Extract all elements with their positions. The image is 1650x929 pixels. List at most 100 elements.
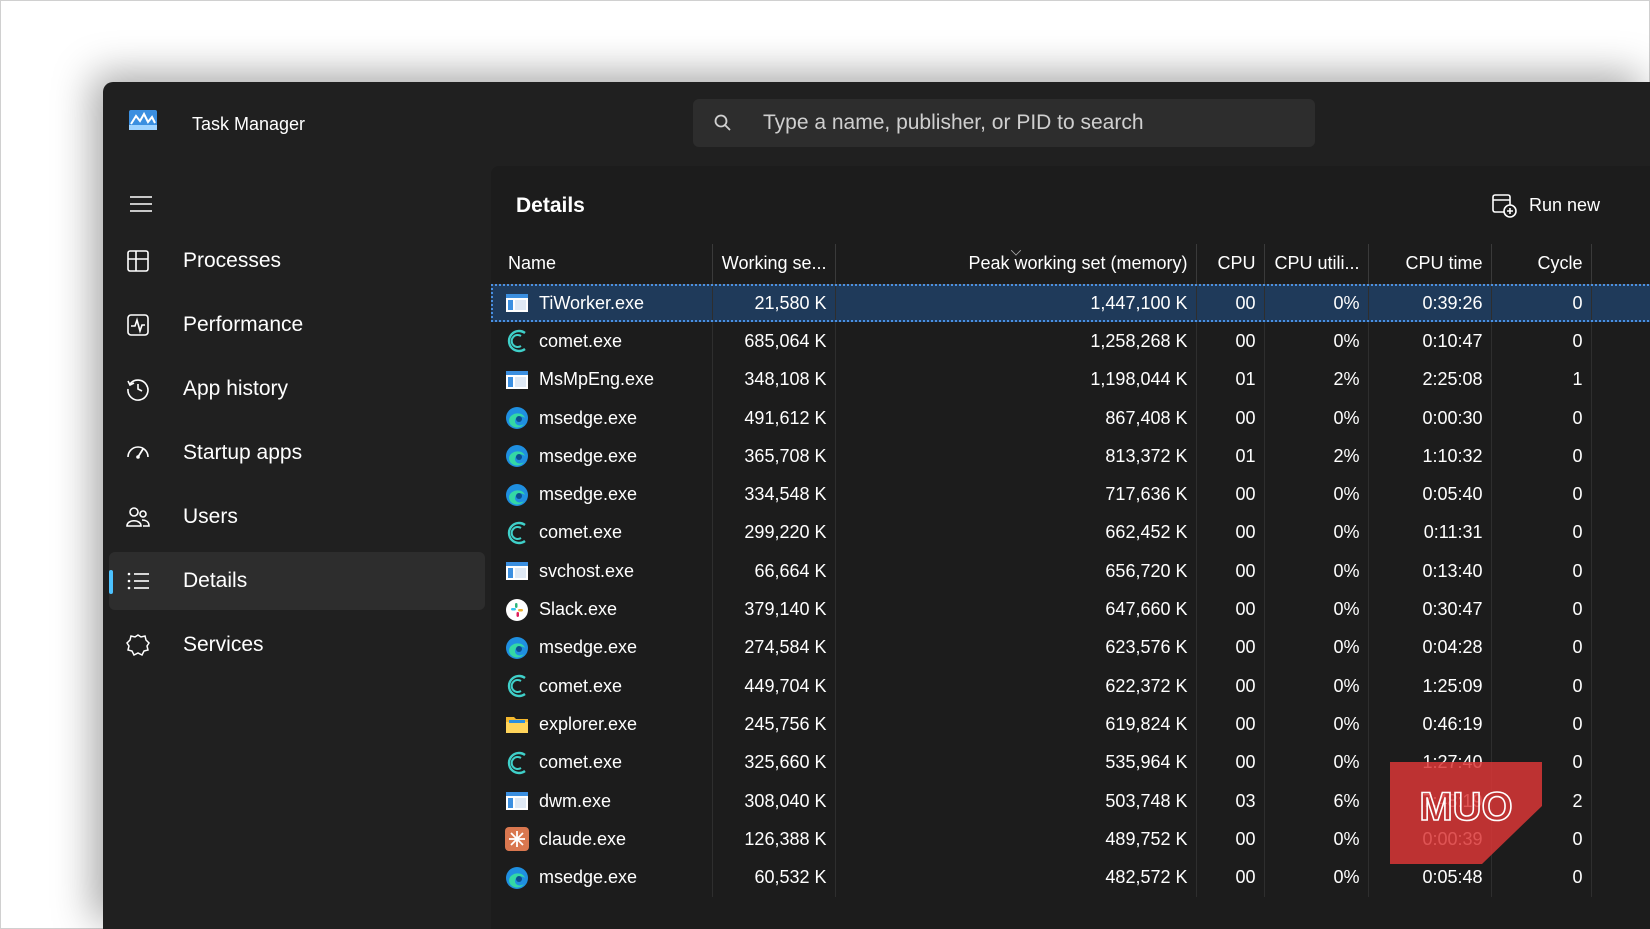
sidebar-item-performance[interactable]: Performance <box>109 296 485 354</box>
process-name: svchost.exe <box>539 560 635 581</box>
table-row[interactable]: Slack.exe 379,140 K 647,660 K 00 0% 0:30:47 0 <box>491 590 1650 629</box>
table-row[interactable]: msedge.exe 491,612 K 867,408 K 00 0% 0:00:30 0 <box>491 398 1650 438</box>
sidebar-item-users[interactable]: Users <box>109 488 485 546</box>
sidebar-item-label: Performance <box>183 313 304 336</box>
table-row[interactable]: svchost.exe 66,664 K 656,720 K 00 0% 0:13:40 0 <box>491 552 1650 591</box>
process-name: MsMpEng.exe <box>539 369 655 390</box>
sidebar-item-startup-apps[interactable]: Startup apps <box>109 424 485 482</box>
cell-cpu-utilization: 0% <box>1264 628 1369 667</box>
table-row[interactable]: comet.exe 685,064 K 1,258,268 K 00 0% 0:10:47… <box>491 322 1650 361</box>
process-name: comet.exe <box>539 522 623 543</box>
sidebar-item-details[interactable]: Details <box>109 552 485 610</box>
column-header-name[interactable]: Name <box>491 244 713 285</box>
cell-cpu-utilization: 0% <box>1264 590 1369 629</box>
cell-peak-working-set: 1,258,268 K <box>835 322 1197 361</box>
table-row[interactable]: explorer.exe 245,756 K 619,824 K 00 0% 0:46:1… <box>491 705 1650 744</box>
app-title: Task Manager <box>192 114 306 134</box>
table-row[interactable]: msedge.exe 60,532 K 482,572 K 00 0% 0:05:48 0 <box>491 858 1650 897</box>
table-row[interactable]: msedge.exe 274,584 K 623,576 K 00 0% 0:04:28 0 <box>491 628 1650 667</box>
cell-cycle: 1 <box>1491 360 1592 399</box>
cell-name: msedge.exe <box>491 475 713 514</box>
search-box[interactable] <box>693 99 1315 147</box>
cell-cpu: 01 <box>1196 437 1265 476</box>
cell-extra <box>1591 858 1650 896</box>
column-header-cpu-time[interactable]: CPU time <box>1368 244 1492 285</box>
page-title: Details <box>516 194 585 217</box>
column-header-cpu[interactable]: CPU <box>1196 244 1265 285</box>
cell-cpu: 00 <box>1196 820 1265 859</box>
cell-cycle: 0 <box>1491 666 1592 706</box>
cell-extra <box>1591 514 1650 552</box>
cell-name: comet.exe <box>491 322 713 361</box>
cell-peak-working-set: 662,452 K <box>835 513 1197 553</box>
cell-extra <box>1591 629 1650 667</box>
folder-icon <box>506 717 528 734</box>
cell-cpu: 00 <box>1196 666 1265 706</box>
cell-cpu-time: 0:13:40 <box>1368 552 1492 591</box>
cell-working-set: 21,580 K <box>712 284 836 323</box>
cell-cpu: 00 <box>1196 590 1265 629</box>
cell-cpu-utilization: 0% <box>1264 705 1369 744</box>
window-app-icon <box>506 562 528 581</box>
cell-cycle: 0 <box>1491 322 1592 361</box>
cell-peak-working-set: 867,408 K <box>835 398 1197 438</box>
cell-working-set: 348,108 K <box>712 360 836 399</box>
cell-name: msedge.exe <box>491 398 713 438</box>
svg-text:MUO: MUO <box>1419 785 1512 829</box>
cell-name: Slack.exe <box>491 590 713 629</box>
sidebar-item-label: Details <box>183 569 248 592</box>
window-app-icon <box>506 370 528 389</box>
cell-working-set: 60,532 K <box>712 858 836 897</box>
cell-cpu: 00 <box>1196 475 1265 514</box>
cell-cpu-utilization: 0% <box>1264 398 1369 438</box>
column-header-peak-working-set[interactable]: Peak working set (memory) <box>835 244 1197 285</box>
process-name: dwm.exe <box>539 790 612 811</box>
table-row[interactable]: comet.exe 449,704 K 622,372 K 00 0% 1:25:09 0 <box>491 666 1650 706</box>
sidebar-item-app-history[interactable]: App history <box>109 360 485 418</box>
cell-cpu: 00 <box>1196 552 1265 591</box>
comet-icon <box>507 751 526 774</box>
process-name: msedge.exe <box>539 637 638 658</box>
cell-working-set: 334,548 K <box>712 475 836 514</box>
sidebar-item-services[interactable]: Services <box>109 616 485 674</box>
hamburger-menu-icon[interactable] <box>129 194 153 214</box>
cell-cpu: 00 <box>1196 322 1265 361</box>
cell-peak-working-set: 619,824 K <box>835 705 1197 744</box>
cell-cpu: 00 <box>1196 398 1265 438</box>
cell-working-set: 685,064 K <box>712 322 836 361</box>
cell-cpu-utilization: 0% <box>1264 284 1369 323</box>
cell-working-set: 449,704 K <box>712 666 836 706</box>
cell-cpu-time: 1:10:32 <box>1368 437 1492 476</box>
cell-cycle: 0 <box>1491 398 1592 438</box>
run-new-task-button[interactable]: Run new <box>1491 188 1600 222</box>
cell-cpu-time: 2:25:08 <box>1368 360 1492 399</box>
table-row[interactable]: comet.exe 299,220 K 662,452 K 00 0% 0:11:31 0 <box>491 513 1650 553</box>
table-row[interactable]: msedge.exe 334,548 K 717,636 K 00 0% 0:05:40 0 <box>491 475 1650 514</box>
performance-icon <box>127 314 149 336</box>
process-name: msedge.exe <box>539 407 638 428</box>
column-header-working-set[interactable]: Working se... <box>712 244 836 285</box>
cell-cpu-time: 0:11:31 <box>1368 513 1492 553</box>
search-input[interactable] <box>763 99 1303 147</box>
sidebar-item-label: Users <box>183 505 238 528</box>
table-row[interactable]: MsMpEng.exe 348,108 K 1,198,044 K 01 2% 2:25:… <box>491 360 1650 399</box>
cell-peak-working-set: 1,447,100 K <box>835 284 1197 323</box>
cell-cpu-time: 0:46:19 <box>1368 705 1492 744</box>
cell-cpu-time: 0:05:40 <box>1368 475 1492 514</box>
cell-cycle: 0 <box>1491 513 1592 553</box>
sidebar-item-processes[interactable]: Processes <box>109 232 485 290</box>
column-header-cycle[interactable]: Cycle <box>1491 244 1592 285</box>
sidebar-nav: Processes Performance App history Startu… <box>109 232 485 680</box>
cell-cpu-time: 0:05:48 <box>1368 858 1492 897</box>
column-header-cpu-utilization[interactable]: CPU utili... <box>1264 244 1369 285</box>
cell-working-set: 325,660 K <box>712 743 836 782</box>
cell-cycle: 0 <box>1491 552 1592 591</box>
cell-cpu-time: 0:30:47 <box>1368 590 1492 629</box>
table-row[interactable]: msedge.exe 365,708 K 813,372 K 01 2% 1:10:32 0 <box>491 437 1650 476</box>
cell-extra <box>1591 782 1650 820</box>
details-icon <box>127 572 149 590</box>
table-row[interactable]: TiWorker.exe 21,580 K 1,447,100 K 00 0% 0:39:… <box>491 284 1650 323</box>
column-header-extra[interactable] <box>1591 244 1650 285</box>
cell-extra <box>1591 437 1650 475</box>
cell-cpu-utilization: 0% <box>1264 743 1369 782</box>
